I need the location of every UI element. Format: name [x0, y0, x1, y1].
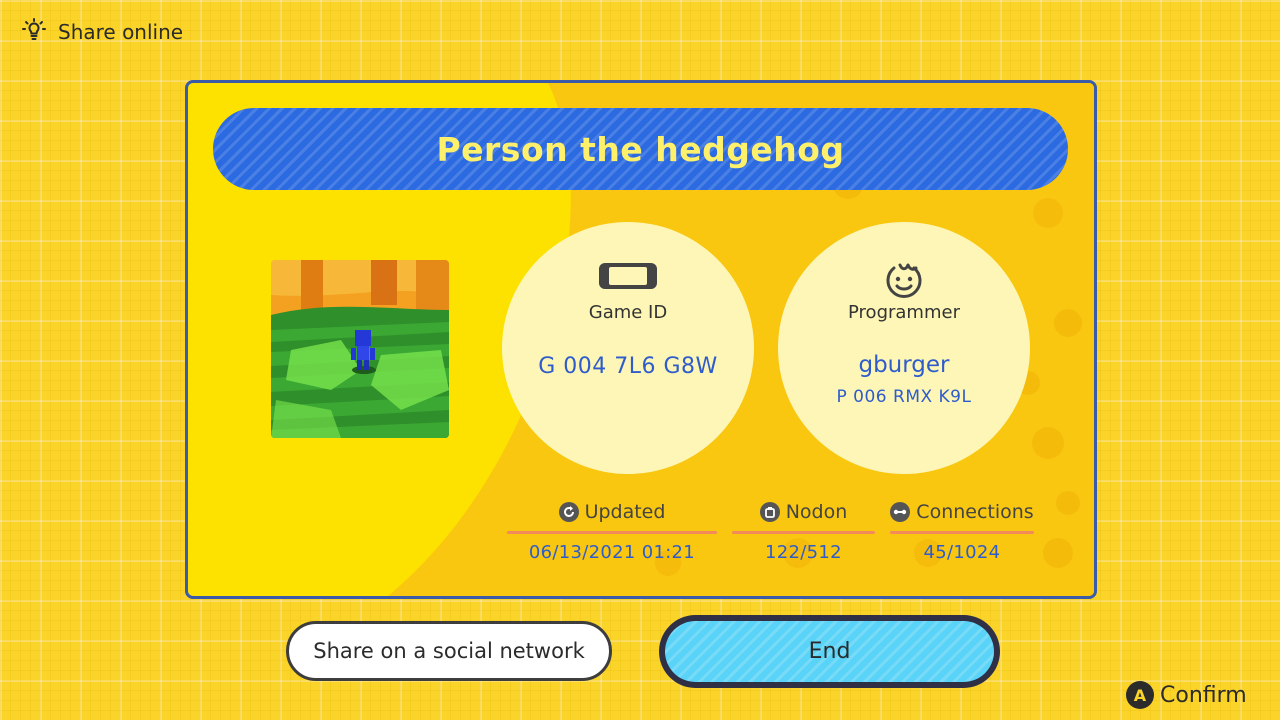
game-info-panel: Person the hedgehog Game ID G 004 7L6 G8…: [185, 80, 1097, 599]
confirm-hint: A Confirm: [1126, 681, 1247, 709]
connections-stat: Connections 45/1024: [890, 497, 1034, 563]
game-title-banner: Person the hedgehog: [213, 108, 1068, 190]
console-icon: [502, 262, 754, 290]
game-title: Person the hedgehog: [436, 129, 845, 169]
confirm-label: Confirm: [1160, 682, 1247, 708]
programmer-face-icon: [778, 262, 1030, 298]
game-thumbnail: [271, 260, 449, 438]
game-id-card: Game ID G 004 7L6 G8W: [502, 222, 754, 474]
screen-header: Share online: [20, 16, 183, 48]
game-id-value: G 004 7L6 G8W: [538, 354, 718, 379]
connections-divider: [890, 531, 1034, 534]
updated-value: 06/13/2021 01:21: [528, 542, 696, 563]
end-button-label: End: [665, 621, 994, 682]
programmer-card: Programmer gburger P 006 RMX K9L: [778, 222, 1030, 474]
refresh-icon: [558, 502, 579, 522]
nodon-label: Nodon: [785, 501, 848, 523]
share-social-network-button[interactable]: Share on a social network: [286, 621, 612, 681]
a-button-icon: A: [1126, 681, 1154, 709]
updated-divider: [507, 531, 717, 534]
lightbulb-icon: [20, 16, 48, 48]
nodon-stat: Nodon 122/512: [732, 497, 875, 563]
programmer-id: P 006 RMX K9L: [836, 387, 972, 407]
nodon-value: 122/512: [765, 542, 842, 563]
connections-value: 45/1024: [923, 542, 1001, 563]
updated-label: Updated: [584, 501, 666, 523]
connections-label: Connections: [916, 501, 1034, 523]
nodon-icon: [759, 502, 780, 522]
nodon-divider: [732, 531, 875, 534]
programmer-label: Programmer: [848, 302, 960, 323]
connection-icon: [890, 502, 911, 522]
end-button[interactable]: End: [659, 615, 1000, 688]
updated-stat: Updated 06/13/2021 01:21: [507, 497, 717, 563]
game-id-label: Game ID: [588, 302, 668, 323]
screen-title: Share online: [58, 20, 184, 44]
programmer-name: gburger: [858, 352, 950, 378]
